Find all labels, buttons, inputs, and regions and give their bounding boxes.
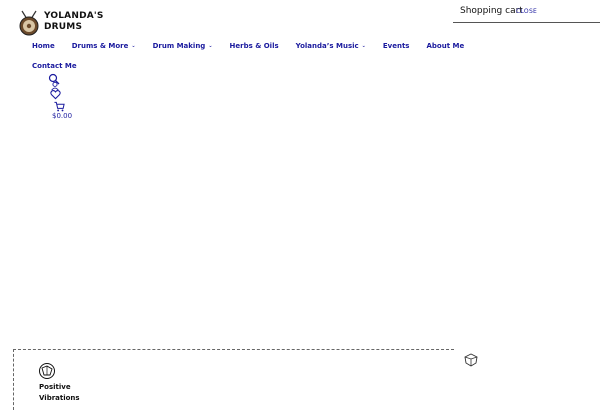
logo-line-1: YOLANDA'S — [44, 11, 104, 21]
nav-item-label: About Me — [426, 42, 465, 50]
chevron-down-icon: ⌄ — [208, 43, 213, 49]
drum-logo-icon — [18, 10, 40, 36]
nav-item-label: Events — [382, 42, 410, 50]
nav-item-yolandas-music[interactable]: Yolanda’s Music ⌄ — [296, 42, 366, 50]
nav-item-label: Drums & More — [71, 42, 129, 50]
positive-vibrations-label: Positive Vibrations — [39, 383, 80, 402]
logo-wordmark: YOLANDA'S DRUMS — [44, 11, 104, 33]
nav-item-label: Home — [32, 42, 55, 50]
heart-icon[interactable] — [50, 89, 61, 100]
nav-item-home[interactable]: Home — [32, 42, 55, 50]
chevron-down-icon: ⌄ — [361, 43, 366, 49]
site-logo[interactable]: YOLANDA'S DRUMS — [18, 8, 103, 36]
logo-line-2: DRUMS — [44, 22, 83, 32]
cart-icon[interactable] — [54, 101, 65, 112]
nav-item-herbs-and-oils[interactable]: Herbs & Oils — [230, 42, 279, 50]
positive-vibrations-icon — [39, 363, 55, 379]
nav-item-contact-me[interactable]: Contact Me — [32, 62, 77, 70]
nav-item-drum-making[interactable]: Drum Making ⌄ — [153, 42, 213, 50]
drum-outline-icon — [464, 353, 478, 367]
nav-item-label: Drum Making — [152, 42, 206, 50]
nav-item-label: Herbs & Oils — [229, 42, 279, 50]
main-navigation: Home Drums & More ⌄ Drum Making ⌄ Herbs & … — [32, 40, 464, 70]
shopping-cart-panel: Shopping cart CLOSE — [453, 0, 600, 23]
nav-item-label: Yolanda’s Music — [295, 42, 359, 50]
shopping-cart-title: Shopping cart — [460, 6, 523, 16]
nav-item-label: Contact Me — [32, 62, 77, 70]
nav-item-events[interactable]: Events — [383, 42, 410, 50]
cart-total[interactable]: $0.00 — [52, 112, 72, 120]
nav-item-drums-and-more[interactable]: Drums & More ⌄ — [72, 42, 136, 50]
chevron-down-icon: ⌄ — [131, 43, 136, 49]
close-cart-button[interactable]: CLOSE — [516, 8, 537, 15]
nav-item-about-me[interactable]: About Me — [426, 42, 464, 50]
